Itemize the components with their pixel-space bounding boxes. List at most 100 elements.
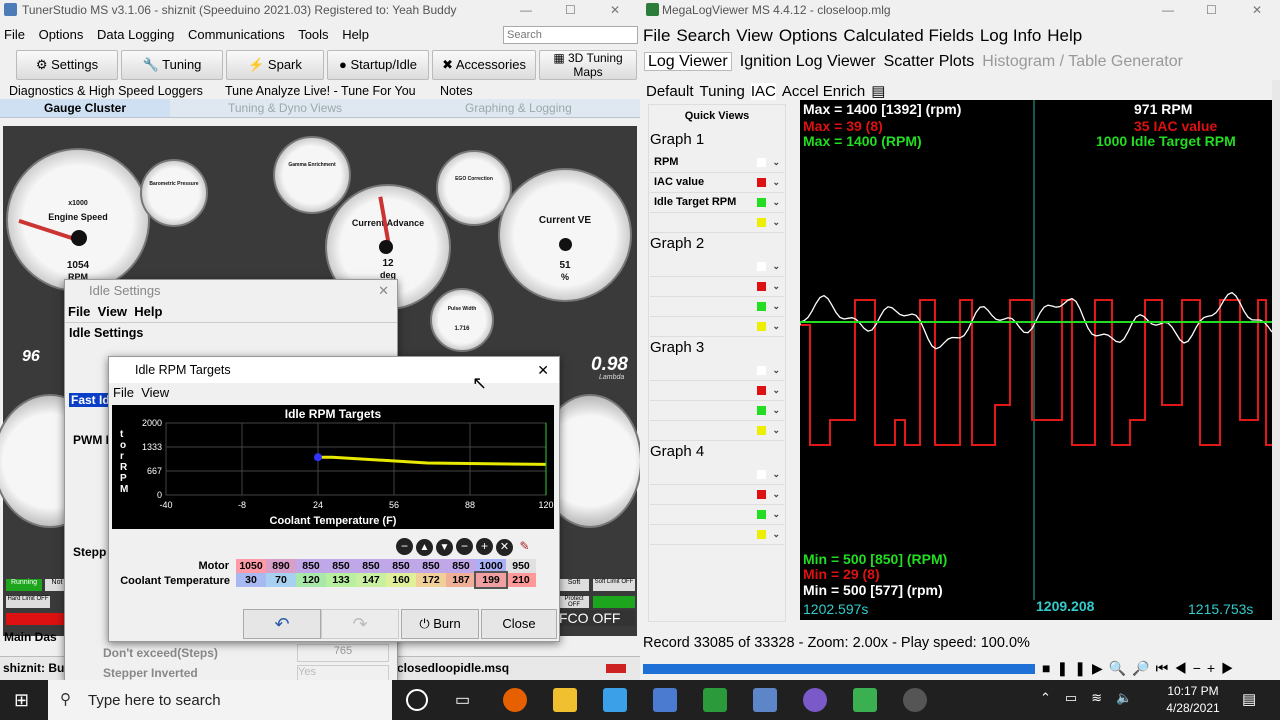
graph-field-select[interactable]: ⌄ [650,465,784,485]
coolant-cell[interactable]: 133 [326,573,356,587]
cortana-icon[interactable] [406,689,428,711]
play-icon[interactable]: ▶ [1092,660,1109,676]
startup-idle-button[interactable]: ● Startup/Idle [327,50,429,80]
close-icon[interactable]: ✕ [378,280,389,302]
tab-ignition-log-viewer[interactable]: Ignition Log Viewer [740,53,876,70]
minus-icon[interactable]: − [1193,660,1207,676]
graph-field-select[interactable]: ⌄ [650,505,784,525]
accessories-button[interactable]: ✖ Accessories [432,50,536,80]
chevron-down-icon[interactable]: ⌄ [772,485,780,504]
tab-gauge-cluster[interactable]: Gauge Cluster [0,99,170,117]
graph-field-select[interactable]: IAC value ⌄ [650,173,784,193]
vertical-scrollbar[interactable] [1272,80,1280,620]
chevron-up-icon[interactable]: ⌃ [1040,690,1065,705]
color-swatch[interactable] [757,426,766,435]
tab-tune-analyze[interactable]: Tune Analyze Live! - Tune For You [225,82,416,100]
motor-cell[interactable]: 850 [356,559,386,573]
motor-cell[interactable]: 850 [326,559,356,573]
subtab-iac[interactable]: IAC [750,83,776,100]
minus-icon[interactable]: − [456,538,473,555]
tab-tuning-dyno[interactable]: Tuning & Dyno Views [228,99,342,117]
tab-diagnostics[interactable]: Diagnostics & High Speed Loggers [9,82,203,100]
chevron-down-icon[interactable]: ⌄ [772,297,780,316]
app-icon-4[interactable] [803,688,827,712]
graph-field-select[interactable]: ⌄ [650,421,784,441]
playback-progress[interactable] [643,664,1035,674]
motor-cell[interactable]: 950 [506,559,536,573]
menu-options[interactable]: Options [39,27,84,42]
graph-field-select[interactable]: Idle Target RPM ⌄ [650,193,784,213]
graph-field-select[interactable]: ⌄ [650,277,784,297]
color-swatch[interactable] [757,302,766,311]
menu-view[interactable]: View [98,304,127,319]
wifi-icon[interactable]: ≋ [1091,690,1116,705]
coolant-cell[interactable]: 160 [386,573,416,587]
color-swatch[interactable] [757,198,766,207]
chevron-down-icon[interactable]: ⌄ [772,173,780,192]
menu-help[interactable]: Help [134,304,162,319]
menu-search[interactable]: Search [676,26,730,45]
motor-cell[interactable]: 850 [296,559,326,573]
chevron-down-icon[interactable]: ⌄ [772,381,780,400]
coolant-cell[interactable]: 30 [236,573,266,587]
zoom-in-icon[interactable]: 🔎 [1132,660,1155,676]
graph-field-select[interactable]: ⌄ [650,381,784,401]
coolant-cell[interactable]: 172 [416,573,446,587]
search-input[interactable]: Search [503,26,638,44]
obs-icon[interactable] [903,688,927,712]
menu-file[interactable]: File [68,304,90,319]
tab-graphing-logging[interactable]: Graphing & Logging [465,99,572,117]
main-dash-tab[interactable]: Main Das [4,630,57,644]
chevron-down-icon[interactable]: ⌄ [772,193,780,212]
menu-file[interactable]: File [113,385,134,400]
menu-help[interactable]: Help [1047,26,1082,45]
menu-options[interactable]: Options [779,26,838,45]
menu-view[interactable]: View [141,385,169,400]
menu-file[interactable]: File [643,26,670,45]
times-icon[interactable]: ✕ [496,539,513,556]
pwm-row[interactable]: PWM I [73,433,109,447]
color-swatch[interactable] [757,158,766,167]
undo-button[interactable]: ↶ [243,609,321,639]
idle-rpm-chart[interactable]: -40 -8 24 56 88 120 2000 1333 667 0 [112,405,554,515]
plus-icon[interactable]: + [1207,660,1221,676]
clock-time[interactable]: 10:17 PM [1160,684,1226,698]
menu-view[interactable]: View [736,26,773,45]
chevron-down-icon[interactable]: ⌄ [772,277,780,296]
burn-button[interactable]: ⏻ Burn [401,609,479,639]
tab-scatter-plots[interactable]: Scatter Plots [884,53,975,70]
down-arrow-icon[interactable]: ▼ [436,539,453,556]
chevron-down-icon[interactable]: ⌄ [772,317,780,336]
close-icon[interactable]: ✕ [537,357,549,383]
color-swatch[interactable] [757,282,766,291]
chevron-down-icon[interactable]: ⌄ [772,505,780,524]
redo-button[interactable]: ↷ [321,609,399,639]
graph-field-select[interactable]: ⌄ [650,361,784,381]
volume-icon[interactable]: 🔈 [1116,690,1146,705]
color-swatch[interactable] [757,386,766,395]
tab-log-viewer[interactable]: Log Viewer [644,52,732,71]
color-swatch[interactable] [757,262,766,271]
chevron-down-icon[interactable]: ⌄ [772,213,780,232]
graph-field-select[interactable]: ⌄ [650,257,784,277]
forward-icon[interactable]: ▶ [1221,660,1240,676]
3d-tuning-maps-button[interactable]: ▦ 3D Tuning Maps [539,50,637,80]
quick-views-label[interactable]: Quick Views [649,110,785,122]
coolant-cell[interactable]: 147 [356,573,386,587]
back-icon[interactable]: ◀ [1174,660,1193,676]
color-swatch[interactable] [757,218,766,227]
motor-cell[interactable]: 1050 [236,559,266,573]
coolant-cell[interactable]: 120 [296,573,326,587]
graph-field-select[interactable]: ⌄ [650,525,784,545]
subtab-tuning[interactable]: Tuning [700,83,745,100]
chevron-down-icon[interactable]: ⌄ [772,401,780,420]
close-icon[interactable]: ✕ [1252,0,1262,20]
decrement-icon[interactable]: − [396,538,413,555]
color-swatch[interactable] [757,406,766,415]
graph-field-select[interactable]: ⌄ [650,485,784,505]
pause-icon[interactable]: ❚❚ [1056,660,1091,676]
motor-cell[interactable]: 850 [416,559,446,573]
stop-icon[interactable]: ■ [1042,660,1056,676]
close-button[interactable]: Close [481,609,557,639]
coolant-cell[interactable]: 70 [266,573,296,587]
